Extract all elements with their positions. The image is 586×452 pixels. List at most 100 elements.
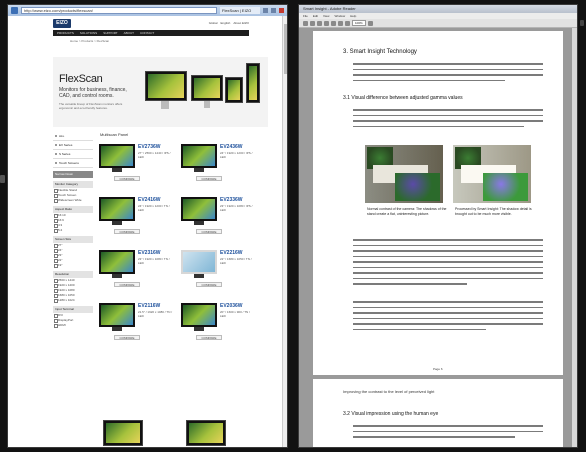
filter-checkbox[interactable]: Widescreen Wide	[53, 198, 93, 203]
address-bar[interactable]: http://www.eizo.com/products/flexscan/	[21, 7, 217, 14]
minimize-icon[interactable]	[263, 8, 268, 13]
pdf-scrollbar[interactable]	[572, 28, 577, 447]
nav-item[interactable]: PRODUCTS	[57, 30, 74, 36]
menu-item[interactable]: Window	[334, 13, 345, 19]
browser-window: http://www.eizo.com/products/flexscan/ F…	[7, 4, 288, 448]
sidebar-item[interactable]: S Series	[53, 150, 93, 159]
top-link[interactable]: Global	[209, 21, 218, 25]
zoom-out-icon[interactable]	[338, 20, 343, 26]
top-link[interactable]: About EIZO	[233, 21, 249, 25]
hero-monitor-image	[225, 77, 243, 103]
product-image[interactable]	[99, 250, 135, 274]
hero-banner: FlexScan Monitors for business, finance,…	[53, 57, 268, 127]
product-image[interactable]	[99, 303, 135, 327]
product-spec: 24" / 1920 x 1200 / IPS / LED	[220, 151, 253, 159]
product-name[interactable]: EV2416W	[138, 197, 161, 203]
maximize-icon[interactable]	[271, 8, 276, 13]
save-icon[interactable]	[317, 20, 322, 26]
product-image[interactable]	[181, 144, 217, 168]
compare-button[interactable]: COMPARE	[196, 229, 222, 234]
sidebar-item[interactable]: EV Series	[53, 141, 93, 150]
compare-button[interactable]: COMPARE	[114, 335, 140, 340]
bezel-button-right[interactable]	[580, 20, 584, 26]
compare-button[interactable]: COMPARE	[196, 282, 222, 287]
product-image[interactable]	[99, 197, 135, 221]
filter-checkbox[interactable]: 1280 x 1024	[53, 298, 93, 303]
close-icon[interactable]	[279, 8, 284, 13]
filter-checkbox[interactable]: 19"	[53, 263, 93, 268]
nav-item[interactable]: SUPPORT	[103, 30, 117, 36]
filter-checkbox[interactable]: 5:4	[53, 228, 93, 233]
open-icon[interactable]	[303, 20, 308, 26]
compare-button[interactable]: COMPARE	[114, 282, 140, 287]
product-card[interactable]: EV2036W 20" / 1600 x 900 / TN / LED COMP…	[178, 301, 258, 349]
product-name[interactable]: EV2736W	[138, 144, 161, 150]
compare-button[interactable]: COMPARE	[196, 176, 222, 181]
product-card[interactable]: EV2216W 22" / 1680 x 1050 / TN / LED COM…	[178, 248, 258, 296]
browser-scrollbar[interactable]	[282, 16, 287, 447]
filter-heading: Input Terminal	[53, 306, 93, 313]
product-name[interactable]: EV2036W	[220, 303, 243, 309]
filter-heading: Aspect Ratio	[53, 206, 93, 213]
compare-button[interactable]: COMPARE	[196, 335, 222, 340]
menu-item[interactable]: View	[323, 13, 329, 19]
paragraph	[353, 301, 543, 334]
zoom-in-icon[interactable]	[345, 20, 350, 26]
product-image[interactable]	[99, 144, 135, 168]
menu-item[interactable]: File	[303, 13, 308, 19]
hero-subtitle: Monitors for business, finance, CAD, and…	[59, 87, 127, 99]
menu-item[interactable]: Help	[350, 13, 356, 19]
product-card[interactable]: EV2336W 23" / 1920 x 1080 / IPS / LED CO…	[178, 195, 258, 243]
sidebar-item[interactable]: Touch Screens	[53, 159, 93, 168]
product-grid-title: Multiscan Panel	[100, 132, 129, 137]
prev-page-icon[interactable]	[324, 20, 329, 26]
product-card[interactable]: EV2416W 24" / 1920 x 1200 / TN / LED COM…	[96, 195, 176, 243]
browser-titlebar: http://www.eizo.com/products/flexscan/ F…	[8, 5, 287, 16]
scrollbar-thumb[interactable]	[284, 24, 287, 74]
site-logo[interactable]: EIZO	[53, 18, 71, 28]
hero-monitor-stand	[204, 101, 210, 108]
product-card[interactable]: EV2736W 27" / 2560 x 1440 / IPS / LED CO…	[96, 142, 176, 190]
product-name[interactable]: EV2336W	[220, 197, 243, 203]
hero-monitor-image	[145, 71, 187, 101]
print-icon[interactable]	[310, 20, 315, 26]
filter-heading: Resolution	[53, 271, 93, 278]
product-image[interactable]	[103, 420, 143, 446]
product-card[interactable]: EV2436W 24" / 1920 x 1200 / IPS / LED CO…	[178, 142, 258, 190]
next-page-icon[interactable]	[331, 20, 336, 26]
sidebar-item[interactable]: ALL	[53, 132, 93, 141]
product-name[interactable]: EV2436W	[220, 144, 243, 150]
product-spec: 20" / 1600 x 900 / TN / LED	[220, 310, 250, 318]
browser-icon	[11, 7, 18, 14]
hero-monitor-stand	[161, 101, 169, 109]
hero-monitor-image	[246, 63, 260, 103]
product-name[interactable]: EV2216W	[220, 250, 243, 256]
top-link[interactable]: English	[220, 21, 230, 25]
section-heading: 3. Smart Insight Technology	[343, 49, 417, 55]
product-card[interactable]: EV2116W 21.5" / 1920 x 1080 / TN / LED C…	[96, 301, 176, 349]
product-image[interactable]	[181, 197, 217, 221]
product-card[interactable]: EV2316W 23" / 1920 x 1080 / TN / LED COM…	[96, 248, 176, 296]
breadcrumb[interactable]: Home > Products > FlexScan	[70, 39, 287, 43]
product-name[interactable]: EV2316W	[138, 250, 161, 256]
zoom-level[interactable]: 100%	[352, 20, 366, 26]
product-image[interactable]	[181, 303, 217, 327]
product-spec: 22" / 1680 x 1050 / TN / LED	[220, 257, 252, 265]
hero-title: FlexScan	[59, 73, 103, 85]
hero-monitor-image	[191, 75, 223, 101]
nav-item[interactable]: ABOUT	[124, 30, 134, 36]
product-image[interactable]	[186, 420, 226, 446]
subsection-heading: 3.1 Visual difference between adjusted g…	[343, 95, 463, 101]
paragraph	[353, 425, 543, 442]
product-image[interactable]	[181, 250, 217, 274]
bezel-button[interactable]	[0, 175, 5, 183]
nav-item[interactable]: CONTACT	[140, 30, 154, 36]
menu-item[interactable]: Edit	[313, 13, 318, 19]
product-name[interactable]: EV2116W	[138, 303, 160, 309]
browser-tab[interactable]: FlexScan | EIZO	[220, 7, 260, 14]
nav-item[interactable]: SOLUTIONS	[80, 30, 97, 36]
compare-button[interactable]: COMPARE	[114, 176, 140, 181]
filter-checkbox[interactable]: HDMI	[53, 323, 93, 328]
find-icon[interactable]	[367, 20, 373, 26]
compare-button[interactable]: COMPARE	[114, 229, 140, 234]
